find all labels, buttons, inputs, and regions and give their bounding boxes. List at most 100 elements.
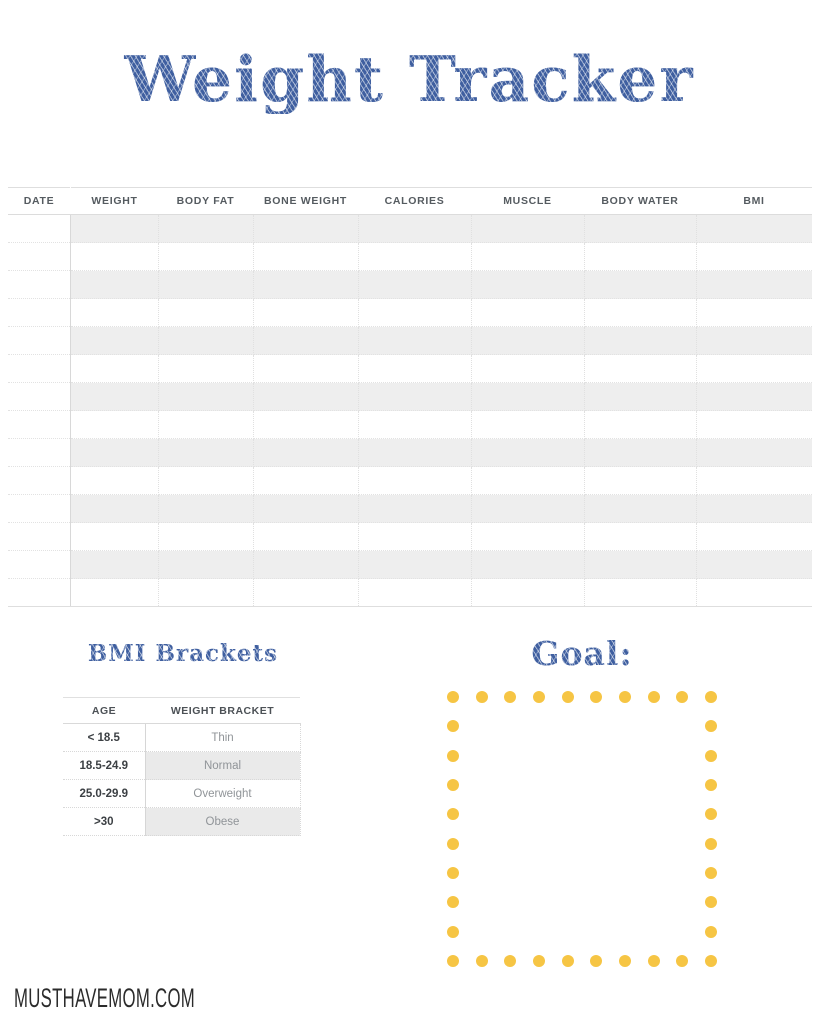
tracker-cell[interactable] bbox=[358, 382, 472, 411]
tracker-cell[interactable] bbox=[471, 522, 585, 551]
tracker-cell[interactable] bbox=[158, 326, 254, 355]
tracker-cell[interactable] bbox=[158, 382, 254, 411]
tracker-cell[interactable] bbox=[253, 298, 359, 327]
tracker-cell[interactable] bbox=[358, 214, 472, 243]
tracker-cell-date[interactable] bbox=[8, 298, 71, 327]
tracker-cell[interactable] bbox=[696, 382, 812, 411]
tracker-cell[interactable] bbox=[584, 550, 697, 579]
tracker-cell[interactable] bbox=[158, 466, 254, 495]
tracker-cell[interactable] bbox=[158, 298, 254, 327]
tracker-cell[interactable] bbox=[358, 242, 472, 271]
tracker-cell[interactable] bbox=[584, 298, 697, 327]
tracker-cell[interactable] bbox=[70, 354, 159, 383]
tracker-cell[interactable] bbox=[696, 494, 812, 523]
tracker-cell[interactable] bbox=[471, 438, 585, 467]
tracker-cell[interactable] bbox=[471, 242, 585, 271]
tracker-cell[interactable] bbox=[358, 466, 472, 495]
tracker-cell-date[interactable] bbox=[8, 494, 71, 523]
tracker-cell[interactable] bbox=[358, 354, 472, 383]
tracker-cell[interactable] bbox=[696, 326, 812, 355]
tracker-cell[interactable] bbox=[584, 354, 697, 383]
tracker-cell[interactable] bbox=[253, 522, 359, 551]
tracker-cell[interactable] bbox=[253, 270, 359, 299]
tracker-cell-date[interactable] bbox=[8, 214, 71, 243]
tracker-cell[interactable] bbox=[70, 550, 159, 579]
tracker-cell[interactable] bbox=[471, 578, 585, 607]
tracker-cell[interactable] bbox=[696, 438, 812, 467]
tracker-cell[interactable] bbox=[584, 578, 697, 607]
tracker-cell[interactable] bbox=[158, 438, 254, 467]
tracker-cell[interactable] bbox=[253, 214, 359, 243]
tracker-cell[interactable] bbox=[358, 494, 472, 523]
tracker-cell-date[interactable] bbox=[8, 466, 71, 495]
tracker-cell[interactable] bbox=[253, 382, 359, 411]
tracker-cell[interactable] bbox=[158, 214, 254, 243]
tracker-cell[interactable] bbox=[584, 410, 697, 439]
tracker-cell[interactable] bbox=[358, 326, 472, 355]
tracker-cell-date[interactable] bbox=[8, 410, 71, 439]
tracker-cell[interactable] bbox=[253, 242, 359, 271]
tracker-cell-date[interactable] bbox=[8, 382, 71, 411]
tracker-cell[interactable] bbox=[253, 578, 359, 607]
tracker-cell[interactable] bbox=[696, 298, 812, 327]
tracker-cell[interactable] bbox=[358, 550, 472, 579]
tracker-cell[interactable] bbox=[253, 410, 359, 439]
tracker-cell[interactable] bbox=[158, 522, 254, 551]
tracker-cell-date[interactable] bbox=[8, 522, 71, 551]
tracker-cell[interactable] bbox=[471, 326, 585, 355]
tracker-cell[interactable] bbox=[70, 522, 159, 551]
tracker-cell[interactable] bbox=[358, 298, 472, 327]
tracker-cell[interactable] bbox=[158, 410, 254, 439]
tracker-cell[interactable] bbox=[584, 522, 697, 551]
tracker-cell-date[interactable] bbox=[8, 242, 71, 271]
tracker-cell[interactable] bbox=[358, 438, 472, 467]
tracker-cell[interactable] bbox=[253, 494, 359, 523]
tracker-cell-date[interactable] bbox=[8, 354, 71, 383]
tracker-cell[interactable] bbox=[70, 298, 159, 327]
tracker-cell[interactable] bbox=[158, 578, 254, 607]
tracker-cell[interactable] bbox=[696, 522, 812, 551]
tracker-cell[interactable] bbox=[584, 466, 697, 495]
tracker-cell[interactable] bbox=[696, 242, 812, 271]
tracker-cell[interactable] bbox=[471, 214, 585, 243]
tracker-cell-date[interactable] bbox=[8, 550, 71, 579]
tracker-cell[interactable] bbox=[158, 242, 254, 271]
tracker-cell[interactable] bbox=[696, 354, 812, 383]
tracker-cell[interactable] bbox=[584, 326, 697, 355]
tracker-cell[interactable] bbox=[253, 438, 359, 467]
tracker-cell[interactable] bbox=[471, 382, 585, 411]
tracker-cell[interactable] bbox=[696, 410, 812, 439]
tracker-cell[interactable] bbox=[584, 270, 697, 299]
tracker-cell[interactable] bbox=[471, 298, 585, 327]
tracker-cell[interactable] bbox=[584, 438, 697, 467]
tracker-cell[interactable] bbox=[158, 270, 254, 299]
tracker-cell[interactable] bbox=[696, 578, 812, 607]
tracker-cell[interactable] bbox=[584, 242, 697, 271]
tracker-cell[interactable] bbox=[358, 578, 472, 607]
tracker-cell[interactable] bbox=[471, 494, 585, 523]
tracker-cell-date[interactable] bbox=[8, 326, 71, 355]
tracker-cell[interactable] bbox=[696, 270, 812, 299]
tracker-cell[interactable] bbox=[70, 242, 159, 271]
tracker-cell[interactable] bbox=[471, 270, 585, 299]
tracker-cell[interactable] bbox=[584, 494, 697, 523]
tracker-cell[interactable] bbox=[253, 354, 359, 383]
tracker-cell[interactable] bbox=[70, 214, 159, 243]
goal-dotted-box[interactable] bbox=[447, 691, 717, 967]
tracker-cell-date[interactable] bbox=[8, 438, 71, 467]
tracker-cell[interactable] bbox=[358, 410, 472, 439]
tracker-cell[interactable] bbox=[253, 550, 359, 579]
tracker-cell-date[interactable] bbox=[8, 578, 71, 607]
tracker-cell[interactable] bbox=[471, 410, 585, 439]
tracker-cell[interactable] bbox=[696, 214, 812, 243]
tracker-cell[interactable] bbox=[70, 410, 159, 439]
tracker-cell[interactable] bbox=[358, 270, 472, 299]
tracker-cell[interactable] bbox=[696, 550, 812, 579]
tracker-cell[interactable] bbox=[696, 466, 812, 495]
tracker-cell[interactable] bbox=[358, 522, 472, 551]
tracker-cell[interactable] bbox=[471, 466, 585, 495]
tracker-cell[interactable] bbox=[471, 354, 585, 383]
tracker-cell[interactable] bbox=[253, 326, 359, 355]
tracker-cell[interactable] bbox=[70, 466, 159, 495]
tracker-cell[interactable] bbox=[584, 382, 697, 411]
